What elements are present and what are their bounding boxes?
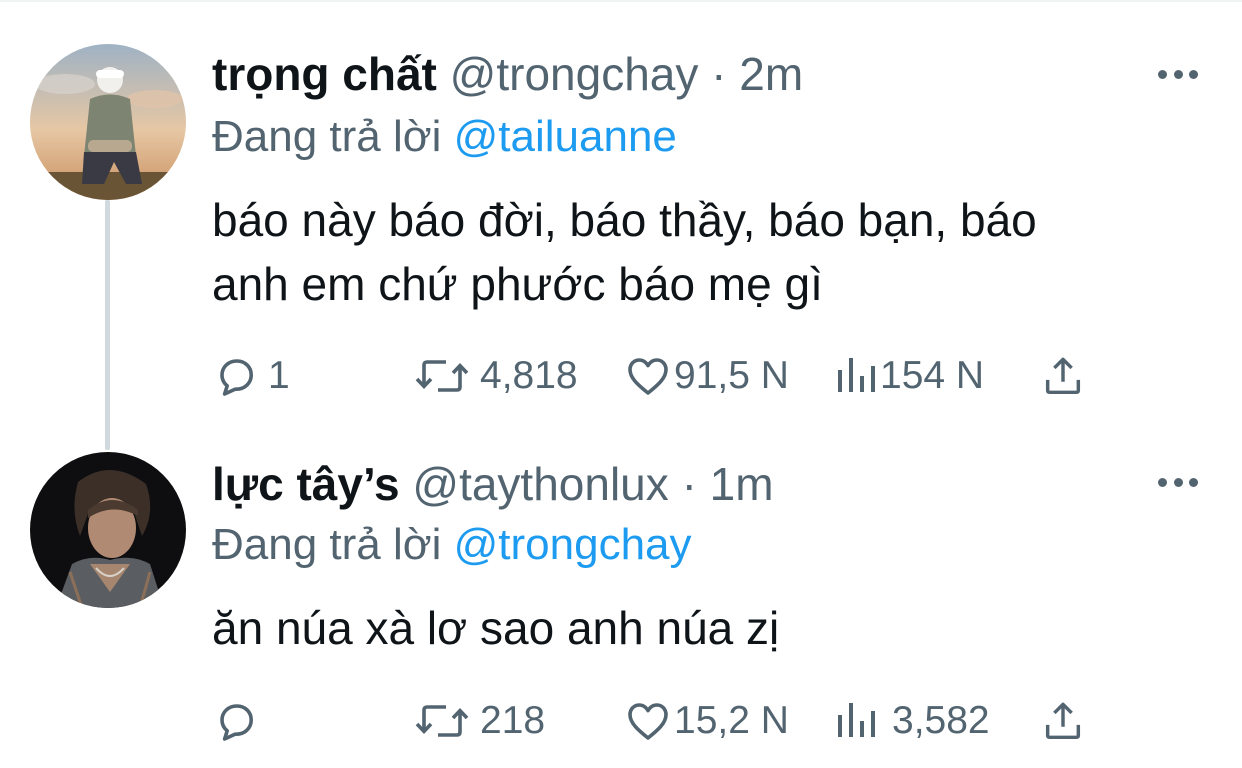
tweet-2-actions: 218 15,2 N 3,582 — [212, 696, 1112, 746]
tweet-text-line: anh em chứ phước báo mẹ gì — [212, 258, 823, 310]
separator-dot: · — [711, 48, 727, 100]
share-icon — [1045, 357, 1081, 395]
views-count: 3,582 — [892, 699, 990, 742]
reply-count: 1 — [268, 354, 290, 397]
more-icon[interactable] — [1158, 478, 1198, 490]
user-handle[interactable]: @taythonlux — [412, 458, 668, 510]
tweet-1-header: trọng chất @trongchay · 2m — [212, 46, 803, 102]
share-icon — [1045, 702, 1081, 740]
views-icon — [838, 703, 875, 737]
user-handle[interactable]: @trongchay — [450, 48, 699, 100]
mention-link[interactable]: @tailuanne — [454, 112, 677, 161]
tweet-text-line: ăn núa xà lơ sao anh núa zị — [212, 602, 780, 654]
display-name[interactable]: lực tây’s — [212, 458, 400, 510]
views-count: 154 N — [880, 354, 985, 397]
retweet-button[interactable]: 218 — [412, 696, 545, 746]
reply-icon — [220, 704, 253, 741]
replying-to-label: Đang trả lời — [212, 112, 442, 161]
thread-connector-line — [105, 200, 110, 450]
avatar-trongchay[interactable] — [30, 44, 186, 200]
share-button[interactable] — [1040, 696, 1086, 746]
like-icon — [628, 358, 668, 395]
share-button[interactable] — [1040, 351, 1086, 401]
retweet-icon — [415, 360, 469, 392]
views-button[interactable]: 3,582 — [834, 696, 990, 746]
more-icon[interactable] — [1158, 70, 1198, 82]
retweet-button[interactable]: 4,818 — [412, 351, 578, 401]
replying-to: Đang trả lời @trongchay — [212, 518, 692, 572]
like-count: 15,2 N — [674, 699, 789, 742]
tweet-2-text: ăn núa xà lơ sao anh núa zị — [212, 596, 1212, 660]
avatar-taythonlux[interactable] — [30, 452, 186, 608]
replying-to: Đang trả lời @tailuanne — [212, 110, 677, 164]
mention-link[interactable]: @trongchay — [454, 520, 692, 569]
timestamp[interactable]: 2m — [739, 48, 803, 100]
views-button[interactable]: 154 N — [834, 351, 984, 401]
retweet-count: 218 — [480, 699, 546, 742]
views-icon — [838, 358, 875, 392]
retweet-count: 4,818 — [480, 354, 578, 397]
like-count: 91,5 N — [674, 354, 789, 397]
separator-dot: · — [681, 458, 697, 510]
reply-button[interactable]: 1 — [212, 351, 290, 401]
tweet-text-line: báo này báo đời, báo thầy, báo bạn, báo — [212, 194, 1037, 246]
reply-icon — [220, 359, 253, 396]
replying-to-label: Đang trả lời — [212, 520, 442, 569]
reply-button[interactable] — [212, 696, 268, 746]
tweet-1-text: báo này báo đời, báo thầy, báo bạn, báo … — [212, 188, 1212, 316]
tweet-2-header: lực tây’s @taythonlux · 1m — [212, 456, 774, 512]
timestamp[interactable]: 1m — [710, 458, 774, 510]
display-name[interactable]: trọng chất — [212, 48, 437, 100]
top-divider — [0, 0, 1242, 2]
tweet-1-actions: 1 4,818 91,5 N 154 N — [212, 351, 1112, 401]
like-icon — [628, 703, 668, 740]
like-button[interactable]: 15,2 N — [624, 696, 789, 746]
like-button[interactable]: 91,5 N — [624, 351, 789, 401]
retweet-icon — [415, 705, 469, 737]
